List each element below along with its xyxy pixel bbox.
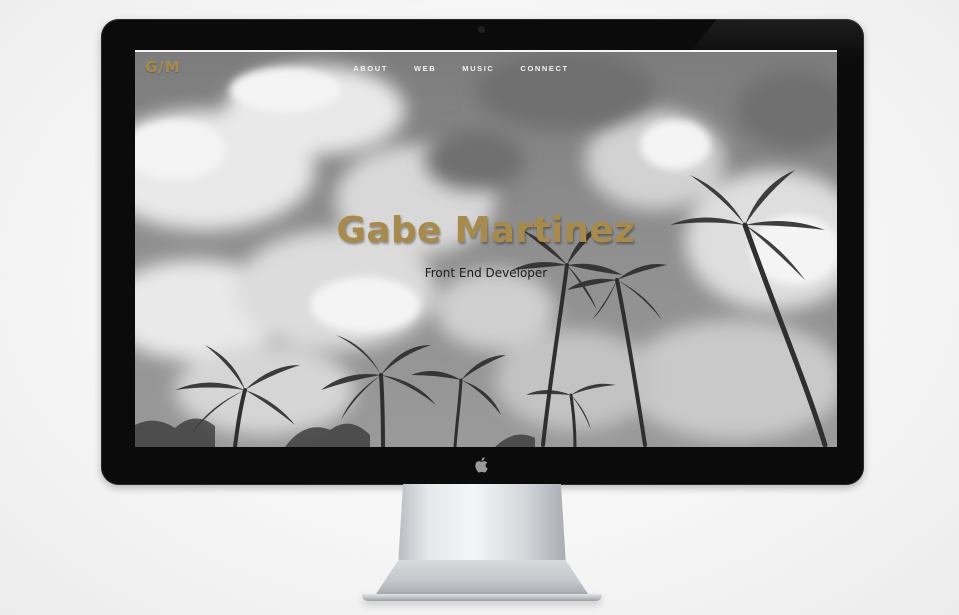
nav-link-about[interactable]: ABOUT	[353, 64, 388, 73]
site-nav: ABOUT WEB MUSIC CONNECT	[135, 64, 837, 73]
apple-icon	[475, 457, 488, 473]
hero-subtitle: Front End Developer	[424, 266, 548, 280]
monitor-screen: G/M ABOUT WEB MUSIC CONNECT Gabe Martine…	[135, 50, 837, 447]
screen-top-border	[135, 50, 837, 52]
nav-link-music[interactable]: MUSIC	[462, 64, 494, 73]
mockup-stage: G/M ABOUT WEB MUSIC CONNECT Gabe Martine…	[0, 0, 959, 615]
monitor-stand-foot	[362, 594, 602, 601]
hero-title: Gabe Martinez	[336, 210, 636, 251]
camera-icon	[479, 27, 484, 32]
nav-link-connect[interactable]: CONNECT	[520, 64, 568, 73]
nav-link-web[interactable]: WEB	[414, 64, 436, 73]
